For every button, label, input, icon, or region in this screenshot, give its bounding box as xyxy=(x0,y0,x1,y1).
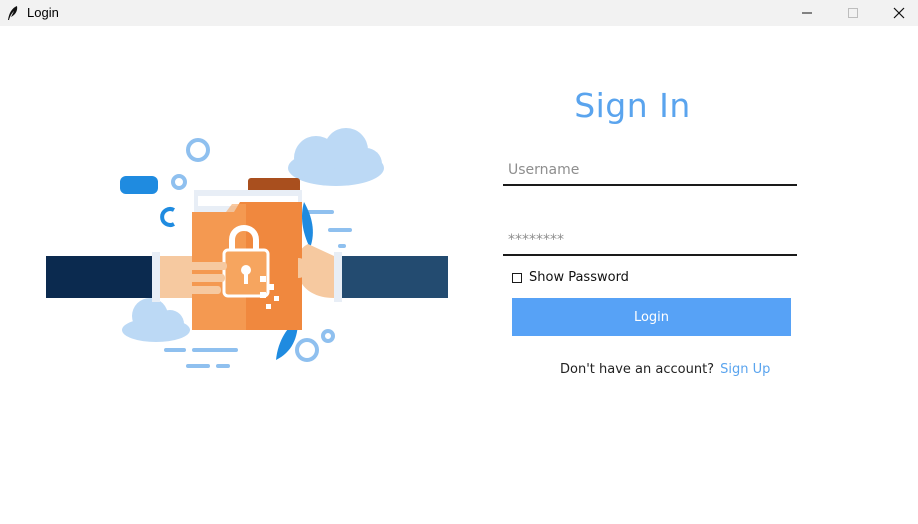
password-field[interactable] xyxy=(503,226,797,256)
left-sleeve xyxy=(46,256,156,298)
feather-icon xyxy=(8,6,18,20)
minimize-button[interactable] xyxy=(784,0,830,26)
signup-row: Don't have an account? Sign Up xyxy=(560,362,770,377)
cloud-icon xyxy=(288,128,384,186)
signup-prompt: Don't have an account? xyxy=(560,362,715,377)
secure-folder-handoff-illustration xyxy=(46,128,448,368)
show-password-label: Show Password xyxy=(529,270,629,285)
signup-link[interactable]: Sign Up xyxy=(720,362,770,377)
cloud-icon xyxy=(122,298,190,342)
show-password-checkbox[interactable] xyxy=(512,272,522,283)
close-icon xyxy=(893,7,905,19)
window-titlebar: Login xyxy=(0,0,918,26)
show-password-toggle[interactable]: Show Password xyxy=(512,270,629,285)
maximize-icon xyxy=(848,8,858,18)
username-field[interactable] xyxy=(503,156,797,186)
page-title: Sign In xyxy=(574,86,691,125)
folder-lock-icon xyxy=(192,178,302,330)
close-button[interactable] xyxy=(876,0,918,26)
login-button[interactable]: Login xyxy=(512,298,791,336)
window-title: Login xyxy=(27,5,59,20)
minimize-icon xyxy=(802,12,812,14)
maximize-button[interactable] xyxy=(830,0,876,26)
right-sleeve xyxy=(340,256,448,298)
